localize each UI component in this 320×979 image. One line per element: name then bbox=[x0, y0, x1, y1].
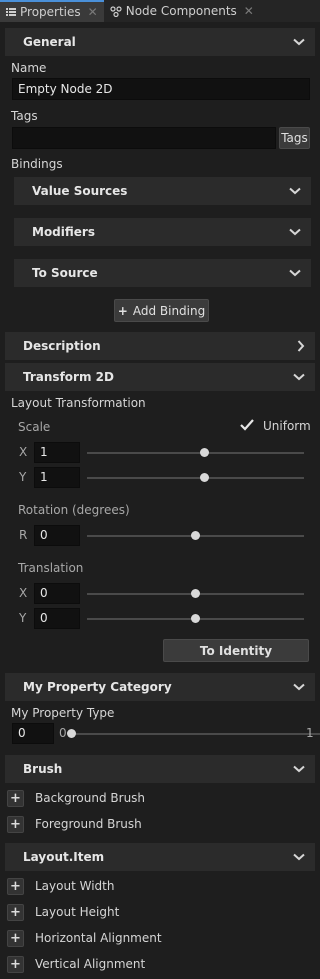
chevron-down-icon bbox=[289, 187, 301, 195]
category-brush-header[interactable]: Brush bbox=[5, 755, 315, 783]
plus-icon[interactable]: + bbox=[7, 930, 24, 947]
category-my-property-header[interactable]: My Property Category bbox=[5, 673, 315, 701]
layout-height-label: Layout Height bbox=[35, 905, 120, 919]
category-layout-item-header[interactable]: Layout.Item bbox=[5, 843, 315, 871]
vertical-alignment-label: Vertical Alignment bbox=[35, 957, 146, 971]
tags-button[interactable]: Tags bbox=[279, 127, 310, 149]
chevron-down-icon bbox=[293, 373, 305, 381]
to-identity-button[interactable]: To Identity bbox=[163, 639, 309, 662]
category-brush-title: Brush bbox=[23, 762, 63, 776]
rotation-axis-label: R bbox=[19, 528, 28, 542]
scale-label: Scale bbox=[18, 420, 51, 434]
uniform-label: Uniform bbox=[263, 419, 311, 433]
my-property-type-slider[interactable] bbox=[71, 733, 320, 735]
add-binding-button[interactable]: + Add Binding bbox=[114, 299, 209, 322]
category-description-header[interactable]: Description bbox=[5, 332, 315, 360]
tab-properties-label: Properties bbox=[20, 5, 81, 19]
my-property-type-label: My Property Type bbox=[11, 706, 115, 720]
horizontal-alignment-label: Horizontal Alignment bbox=[35, 931, 162, 945]
scale-y-axis-label: Y bbox=[19, 470, 27, 484]
plus-icon: + bbox=[117, 303, 128, 318]
node-components-icon bbox=[110, 5, 122, 17]
name-input[interactable]: Empty Node 2D bbox=[12, 78, 310, 100]
scale-y-slider[interactable] bbox=[87, 477, 304, 479]
scale-x-input[interactable]: 1 bbox=[34, 442, 80, 463]
tab-node-components[interactable]: Node Components ✕ bbox=[104, 0, 260, 22]
value-sources-title: Value Sources bbox=[32, 184, 128, 198]
chevron-right-icon bbox=[297, 340, 305, 352]
rotation-label: Rotation (degrees) bbox=[18, 503, 130, 517]
to-source-title: To Source bbox=[32, 266, 98, 280]
scale-x-slider[interactable] bbox=[87, 452, 304, 454]
category-general-title: General bbox=[23, 35, 76, 49]
checkmark-icon[interactable] bbox=[239, 418, 255, 435]
background-brush-label: Background Brush bbox=[35, 791, 146, 805]
add-binding-label: Add Binding bbox=[132, 303, 206, 318]
translation-x-input[interactable]: 0 bbox=[34, 583, 80, 604]
translation-y-axis-label: Y bbox=[19, 611, 27, 625]
chevron-down-icon bbox=[293, 853, 305, 861]
rotation-input[interactable]: 0 bbox=[34, 525, 80, 546]
bindings-label: Bindings bbox=[11, 157, 63, 171]
tags-button-label: Tags bbox=[281, 131, 308, 145]
to-source-header[interactable]: To Source bbox=[14, 259, 311, 287]
scale-x-slider-handle[interactable] bbox=[199, 448, 209, 457]
plus-icon[interactable]: + bbox=[7, 790, 24, 807]
slider-max-label: 1 bbox=[306, 726, 314, 740]
my-property-type-input[interactable]: 0 bbox=[12, 723, 54, 744]
translation-y-input[interactable]: 0 bbox=[34, 608, 80, 629]
chevron-down-icon bbox=[293, 38, 305, 46]
close-icon[interactable]: ✕ bbox=[88, 5, 98, 19]
name-label: Name bbox=[11, 61, 47, 75]
layout-width-label: Layout Width bbox=[35, 879, 115, 893]
scale-y-input[interactable]: 1 bbox=[34, 467, 80, 488]
chevron-down-icon bbox=[293, 765, 305, 773]
foreground-brush-label: Foreground Brush bbox=[35, 817, 142, 831]
category-description-title: Description bbox=[23, 339, 101, 353]
category-transform-header[interactable]: Transform 2D bbox=[5, 363, 315, 391]
slider-min-label: 0 bbox=[59, 726, 67, 740]
tags-label: Tags bbox=[11, 109, 38, 123]
to-identity-label: To Identity bbox=[199, 643, 273, 658]
translation-y-slider-handle[interactable] bbox=[191, 614, 200, 623]
scale-y-slider-handle[interactable] bbox=[199, 473, 209, 482]
layout-transformation-label: Layout Transformation bbox=[11, 396, 146, 410]
tab-node-components-label: Node Components bbox=[125, 4, 237, 18]
list-icon bbox=[6, 7, 16, 17]
close-icon[interactable]: ✕ bbox=[244, 4, 254, 18]
value-sources-header[interactable]: Value Sources bbox=[14, 177, 311, 205]
panel-tab-bar: Properties ✕ Node Components ✕ bbox=[0, 0, 320, 22]
translation-label: Translation bbox=[18, 561, 84, 575]
plus-icon[interactable]: + bbox=[7, 956, 24, 973]
rotation-slider-handle[interactable] bbox=[191, 531, 200, 540]
modifiers-title: Modifiers bbox=[32, 225, 95, 239]
category-layout-item-title: Layout.Item bbox=[23, 850, 105, 864]
category-transform-title: Transform 2D bbox=[23, 370, 114, 384]
plus-icon[interactable]: + bbox=[7, 878, 24, 895]
plus-icon[interactable]: + bbox=[7, 816, 24, 833]
chevron-down-icon bbox=[289, 269, 301, 277]
my-property-type-slider-handle[interactable] bbox=[66, 729, 76, 738]
category-general-header[interactable]: General bbox=[5, 28, 315, 56]
plus-icon[interactable]: + bbox=[7, 904, 24, 921]
category-my-property-title: My Property Category bbox=[23, 680, 172, 694]
tab-properties[interactable]: Properties ✕ bbox=[0, 0, 104, 22]
chevron-down-icon bbox=[293, 683, 305, 691]
modifiers-header[interactable]: Modifiers bbox=[14, 218, 311, 246]
translation-x-slider-handle[interactable] bbox=[191, 589, 200, 598]
translation-x-axis-label: X bbox=[19, 586, 28, 600]
scale-x-axis-label: X bbox=[19, 445, 28, 459]
tags-input[interactable] bbox=[12, 127, 276, 149]
chevron-down-icon bbox=[289, 228, 301, 236]
